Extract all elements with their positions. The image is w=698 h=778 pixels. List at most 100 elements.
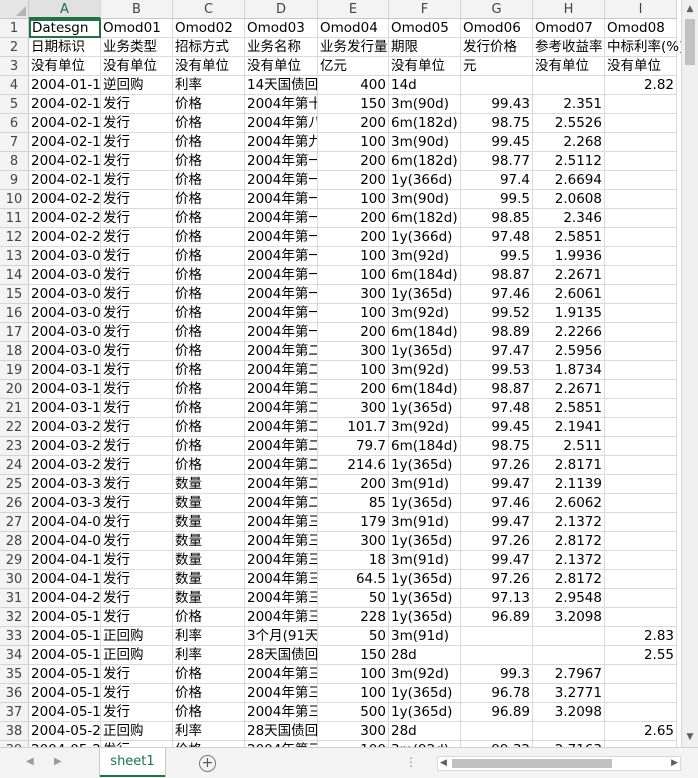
cell-e1[interactable]: Omod04	[318, 19, 389, 38]
cell-d17[interactable]: 2004年第一	[245, 323, 318, 342]
cell-a22[interactable]: 2004-03-2	[29, 418, 101, 437]
cell-f11[interactable]: 6m(182d)	[389, 209, 461, 228]
cell-a14[interactable]: 2004-03-0	[29, 266, 101, 285]
cell-h19[interactable]: 1.8734	[533, 361, 605, 380]
cell-d10[interactable]: 2004年第一	[245, 190, 318, 209]
cell-a19[interactable]: 2004-03-1	[29, 361, 101, 380]
cell-d4[interactable]: 14天国债回	[245, 76, 318, 95]
cell-e2[interactable]: 业务发行量	[318, 38, 389, 57]
cell-c38[interactable]: 利率	[173, 722, 245, 741]
column-header-d[interactable]: D	[245, 0, 318, 19]
cell-f31[interactable]: 1y(365d)	[389, 589, 461, 608]
cell-h15[interactable]: 2.6061	[533, 285, 605, 304]
cell-f23[interactable]: 6m(184d)	[389, 437, 461, 456]
column-header-e[interactable]: E	[318, 0, 389, 19]
cell-c7[interactable]: 价格	[173, 133, 245, 152]
cell-f9[interactable]: 1y(366d)	[389, 171, 461, 190]
caret-left-icon[interactable]: ◀	[26, 756, 34, 767]
cell-h26[interactable]: 2.6062	[533, 494, 605, 513]
cell-c12[interactable]: 价格	[173, 228, 245, 247]
cell-e4[interactable]: 400	[318, 76, 389, 95]
cell-f6[interactable]: 6m(182d)	[389, 114, 461, 133]
cell-i21[interactable]	[605, 399, 677, 418]
cell-c33[interactable]: 利率	[173, 627, 245, 646]
row-header[interactable]: 8	[0, 152, 29, 171]
cell-i29[interactable]	[605, 551, 677, 570]
cell-b20[interactable]: 发行	[101, 380, 173, 399]
cell-a35[interactable]: 2004-05-1	[29, 665, 101, 684]
cell-e30[interactable]: 64.5	[318, 570, 389, 589]
cell-b30[interactable]: 发行	[101, 570, 173, 589]
cell-h13[interactable]: 1.9936	[533, 247, 605, 266]
cell-e6[interactable]: 200	[318, 114, 389, 133]
cell-f4[interactable]: 14d	[389, 76, 461, 95]
row-header[interactable]: 21	[0, 399, 29, 418]
cell-c26[interactable]: 数量	[173, 494, 245, 513]
cell-c9[interactable]: 价格	[173, 171, 245, 190]
cell-d9[interactable]: 2004年第一	[245, 171, 318, 190]
cell-e13[interactable]: 100	[318, 247, 389, 266]
cell-e38[interactable]: 300	[318, 722, 389, 741]
cell-g25[interactable]: 99.47	[461, 475, 533, 494]
row-header[interactable]: 34	[0, 646, 29, 665]
cell-a13[interactable]: 2004-03-0	[29, 247, 101, 266]
vertical-scrollbar[interactable]: ▲ ▼	[681, 0, 698, 747]
cell-a37[interactable]: 2004-05-1	[29, 703, 101, 722]
cell-d30[interactable]: 2004年第三	[245, 570, 318, 589]
cell-g38[interactable]	[461, 722, 533, 741]
cell-g2[interactable]: 发行价格	[461, 38, 533, 57]
cell-i38[interactable]: 2.65	[605, 722, 677, 741]
cell-f26[interactable]: 1y(365d)	[389, 494, 461, 513]
cell-d16[interactable]: 2004年第一	[245, 304, 318, 323]
cell-h9[interactable]: 2.6694	[533, 171, 605, 190]
cell-a25[interactable]: 2004-03-3	[29, 475, 101, 494]
row-header[interactable]: 13	[0, 247, 29, 266]
cell-e11[interactable]: 200	[318, 209, 389, 228]
row-header[interactable]: 11	[0, 209, 29, 228]
cell-f7[interactable]: 3m(90d)	[389, 133, 461, 152]
cell-b6[interactable]: 发行	[101, 114, 173, 133]
cell-b17[interactable]: 发行	[101, 323, 173, 342]
cell-i36[interactable]	[605, 684, 677, 703]
cell-e27[interactable]: 179	[318, 513, 389, 532]
cell-b36[interactable]: 发行	[101, 684, 173, 703]
cell-b38[interactable]: 正回购	[101, 722, 173, 741]
cell-e7[interactable]: 100	[318, 133, 389, 152]
cell-c14[interactable]: 价格	[173, 266, 245, 285]
cell-h22[interactable]: 2.1941	[533, 418, 605, 437]
cell-h4[interactable]	[533, 76, 605, 95]
row-header[interactable]: 23	[0, 437, 29, 456]
horizontal-scroll-thumb[interactable]	[452, 759, 612, 768]
cell-c5[interactable]: 价格	[173, 95, 245, 114]
cell-a33[interactable]: 2004-05-1	[29, 627, 101, 646]
cell-g33[interactable]	[461, 627, 533, 646]
cell-i8[interactable]	[605, 152, 677, 171]
cell-a16[interactable]: 2004-03-0	[29, 304, 101, 323]
cell-f29[interactable]: 3m(91d)	[389, 551, 461, 570]
cell-a7[interactable]: 2004-02-1	[29, 133, 101, 152]
cell-d18[interactable]: 2004年第二	[245, 342, 318, 361]
cell-f32[interactable]: 1y(365d)	[389, 608, 461, 627]
cell-b35[interactable]: 发行	[101, 665, 173, 684]
cell-i3[interactable]: 没有单位	[605, 57, 677, 76]
row-header[interactable]: 29	[0, 551, 29, 570]
cell-g27[interactable]: 99.47	[461, 513, 533, 532]
cell-a31[interactable]: 2004-04-2	[29, 589, 101, 608]
cell-g28[interactable]: 97.26	[461, 532, 533, 551]
cell-b12[interactable]: 发行	[101, 228, 173, 247]
cell-b15[interactable]: 发行	[101, 285, 173, 304]
cell-h10[interactable]: 2.0608	[533, 190, 605, 209]
row-header[interactable]: 24	[0, 456, 29, 475]
cell-h20[interactable]: 2.2671	[533, 380, 605, 399]
cell-c28[interactable]: 数量	[173, 532, 245, 551]
column-header-f[interactable]: F	[389, 0, 461, 19]
vertical-scroll-thumb[interactable]	[685, 19, 695, 65]
cell-f27[interactable]: 3m(91d)	[389, 513, 461, 532]
row-header[interactable]: 36	[0, 684, 29, 703]
cell-h37[interactable]: 3.2098	[533, 703, 605, 722]
row-header[interactable]: 3	[0, 57, 29, 76]
cell-i23[interactable]	[605, 437, 677, 456]
cell-a32[interactable]: 2004-05-1	[29, 608, 101, 627]
cell-e15[interactable]: 300	[318, 285, 389, 304]
cell-e19[interactable]: 100	[318, 361, 389, 380]
